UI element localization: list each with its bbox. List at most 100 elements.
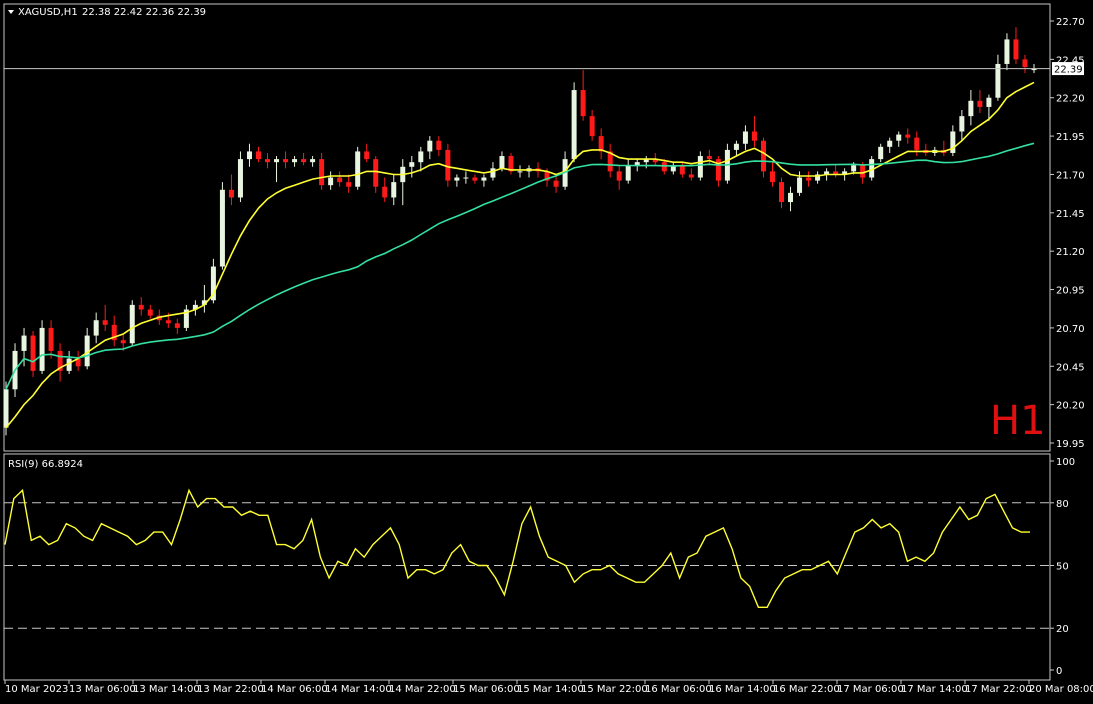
candle-body bbox=[896, 134, 902, 141]
time-tick-label: 20 Mar 08:00 bbox=[1029, 684, 1093, 695]
candle-body bbox=[120, 340, 126, 344]
candle-body bbox=[851, 165, 857, 172]
candle-body bbox=[878, 146, 884, 160]
time-tick-label: 15 Mar 22:00 bbox=[581, 684, 648, 695]
candle-body bbox=[914, 137, 920, 150]
price-tick-label: 22.70 bbox=[1056, 17, 1085, 28]
candle-body bbox=[760, 140, 766, 172]
price-tick-label: 21.95 bbox=[1056, 132, 1085, 143]
symbol-label: XAGUSD,H1 bbox=[18, 7, 78, 18]
time-tick-label: 14 Mar 22:00 bbox=[389, 684, 456, 695]
candle-body bbox=[481, 177, 487, 181]
time-tick-label: 13 Mar 06:00 bbox=[69, 684, 136, 695]
candle-body bbox=[301, 159, 307, 163]
candle-body bbox=[147, 309, 153, 316]
price-tick-label: 20.45 bbox=[1056, 362, 1085, 373]
candle-body bbox=[427, 140, 433, 152]
candle-body bbox=[697, 156, 703, 178]
ohlc-label: 22.38 22.42 22.36 22.39 bbox=[82, 7, 206, 18]
candle-body bbox=[589, 116, 595, 137]
candle-body bbox=[580, 90, 586, 117]
candle-body bbox=[382, 186, 388, 198]
candle-body bbox=[1013, 39, 1019, 60]
price-tick-label: 20.70 bbox=[1056, 324, 1085, 335]
candle-body bbox=[797, 177, 803, 193]
candle-body bbox=[751, 131, 757, 141]
price-tick-label: 20.95 bbox=[1056, 286, 1085, 297]
candle-body bbox=[255, 151, 261, 160]
price-tick-label: 22.20 bbox=[1056, 94, 1085, 105]
candle-body bbox=[418, 151, 424, 163]
candle-body bbox=[237, 159, 243, 198]
price-tick-label: 21.70 bbox=[1056, 170, 1085, 181]
rsi-title: RSI(9) 66.8924 bbox=[8, 459, 83, 470]
candle-body bbox=[39, 327, 45, 371]
time-tick-label: 16 Mar 06:00 bbox=[645, 684, 712, 695]
candle-body bbox=[165, 320, 171, 324]
rsi-tick-label: 0 bbox=[1056, 666, 1062, 677]
time-tick-label: 16 Mar 22:00 bbox=[773, 684, 840, 695]
candle-body bbox=[769, 171, 775, 183]
candle-body bbox=[445, 149, 451, 181]
candle-body bbox=[30, 335, 36, 371]
candle-body bbox=[887, 140, 893, 147]
candle-body bbox=[472, 177, 478, 181]
candle-body bbox=[346, 182, 352, 187]
rsi-tick-label: 100 bbox=[1056, 457, 1075, 468]
candle-body bbox=[977, 100, 983, 107]
time-tick-label: 16 Mar 14:00 bbox=[709, 684, 776, 695]
candle-body bbox=[968, 100, 974, 117]
candle-body bbox=[571, 90, 577, 160]
time-tick-label: 13 Mar 22:00 bbox=[197, 684, 264, 695]
rsi-tick-label: 50 bbox=[1056, 562, 1069, 573]
candle-body bbox=[1004, 39, 1010, 64]
candle-body bbox=[3, 389, 9, 428]
candle-body bbox=[409, 162, 415, 167]
candle-body bbox=[355, 151, 361, 187]
current-price-label: 22.39 bbox=[1054, 65, 1083, 76]
candle-body bbox=[102, 320, 108, 325]
candle-body bbox=[246, 151, 252, 160]
candle-body bbox=[48, 327, 54, 351]
candle-body bbox=[436, 140, 442, 150]
candle-body bbox=[679, 165, 685, 175]
candle-body bbox=[319, 159, 325, 186]
candle-body bbox=[959, 116, 965, 132]
chart-background bbox=[0, 0, 1093, 700]
candle-body bbox=[742, 131, 748, 144]
candle-body bbox=[625, 165, 631, 181]
price-tick-label: 21.20 bbox=[1056, 247, 1085, 258]
candle-body bbox=[138, 304, 144, 310]
candle-body bbox=[310, 159, 316, 163]
candle-body bbox=[905, 134, 911, 138]
candle-body bbox=[274, 159, 280, 163]
candle-body bbox=[265, 159, 271, 163]
time-tick-label: 15 Mar 14:00 bbox=[517, 684, 584, 695]
candle-body bbox=[616, 171, 622, 181]
candle-body bbox=[219, 189, 225, 267]
candle-body bbox=[788, 192, 794, 203]
time-tick-label: 13 Mar 14:00 bbox=[133, 684, 200, 695]
candle-body bbox=[228, 189, 234, 198]
candle-body bbox=[706, 156, 712, 160]
trading-chart-window[interactable]: 22.70 22.45 22.20 21.95 21.70 21.45 21.20 20.95… bbox=[0, 0, 1093, 700]
candle-body bbox=[328, 177, 334, 186]
time-tick-label: 17 Mar 14:00 bbox=[901, 684, 968, 695]
candle-body bbox=[364, 151, 370, 160]
price-tick-label: 20.20 bbox=[1056, 401, 1085, 412]
candle-body bbox=[454, 177, 460, 181]
time-tick-label: 15 Mar 06:00 bbox=[453, 684, 520, 695]
candle-body bbox=[463, 177, 469, 179]
rsi-tick-label: 20 bbox=[1056, 624, 1069, 635]
candle-body bbox=[292, 159, 298, 163]
time-tick-label: 14 Mar 06:00 bbox=[261, 684, 328, 695]
candle-body bbox=[93, 320, 99, 336]
chart-canvas[interactable]: 22.7022.4522.2021.9521.7021.4521.2020.95… bbox=[0, 0, 1093, 700]
candle-body bbox=[174, 323, 180, 328]
candle-body bbox=[806, 177, 812, 181]
candle-body bbox=[373, 159, 379, 187]
candle-body bbox=[21, 335, 27, 351]
candle-body bbox=[499, 156, 505, 169]
candle-body bbox=[517, 171, 523, 173]
time-tick-label: 14 Mar 14:00 bbox=[325, 684, 392, 695]
